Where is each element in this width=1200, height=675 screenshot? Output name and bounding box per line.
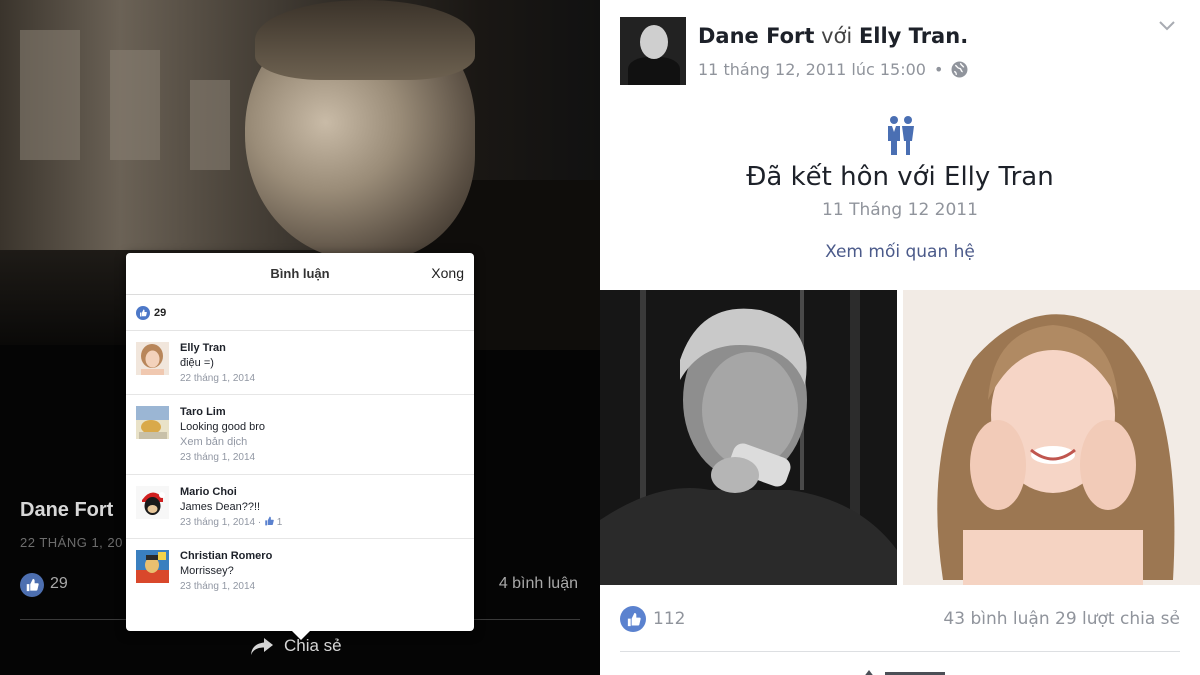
- author-name[interactable]: Dane Fort: [698, 24, 814, 48]
- author-photo[interactable]: [600, 290, 897, 585]
- left-photo-viewer: Dane Fort 22 THÁNG 1, 20 29 4 bình luận …: [0, 0, 600, 675]
- comment-item: Mario Choi James Dean??!! 23 tháng 1, 20…: [126, 475, 474, 539]
- divider: [620, 651, 1180, 652]
- comment-meta: 23 tháng 1, 2014 · 1: [180, 515, 282, 530]
- comment-author[interactable]: Christian Romero: [180, 549, 272, 564]
- likes-summary[interactable]: 29: [126, 295, 474, 331]
- comment-date: 23 tháng 1, 2014 ·: [180, 517, 264, 528]
- post-timestamp[interactable]: 11 tháng 12, 2011 lúc 15:00: [698, 60, 926, 79]
- avatar[interactable]: [136, 406, 169, 439]
- comment-text: Looking good bro: [180, 421, 266, 433]
- share-arrow-icon[interactable]: [855, 666, 975, 675]
- chevron-down-icon[interactable]: [1158, 20, 1176, 32]
- post-header-names: Dane Fort với Elly Tran.: [698, 24, 969, 48]
- like-count[interactable]: 29: [50, 575, 68, 593]
- comment-item: Taro Lim Looking good bro Xem bản dịch 2…: [126, 395, 474, 475]
- life-event-date: 11 Tháng 12 2011: [822, 200, 978, 220]
- with-word: với: [821, 24, 853, 48]
- partner-name[interactable]: Elly Tran: [859, 24, 960, 48]
- married-couple-icon: [888, 116, 914, 155]
- comment-text: Morrissey?: [180, 565, 234, 577]
- view-relationship-link[interactable]: Xem mối quan hệ: [600, 242, 1200, 262]
- post-meta: 11 tháng 12, 2011 lúc 15:00 •: [698, 60, 968, 79]
- comment-date: 23 tháng 1, 2014: [180, 452, 256, 463]
- comment-author[interactable]: Elly Tran: [180, 341, 255, 356]
- see-translation-link[interactable]: Xem bản dịch: [180, 435, 265, 450]
- comment-text: điệu =): [180, 357, 214, 369]
- comment-count[interactable]: 4 bình luận: [499, 575, 578, 593]
- like-icon: [620, 606, 646, 632]
- popover-header: Bình luận Xong: [126, 253, 474, 295]
- life-event-title: Đã kết hôn với Elly Tran: [746, 162, 1054, 192]
- like-icon: [20, 573, 44, 597]
- globe-icon[interactable]: [951, 61, 968, 78]
- post-author-name[interactable]: Dane Fort: [20, 499, 113, 522]
- comment-like-count[interactable]: 1: [277, 517, 283, 528]
- author-avatar[interactable]: [620, 17, 686, 85]
- like-count[interactable]: 112: [653, 609, 685, 629]
- done-button[interactable]: Xong: [431, 265, 464, 281]
- comment-item: Christian Romero Morrissey? 23 tháng 1, …: [126, 539, 474, 602]
- comments-shares-count[interactable]: 43 bình luận 29 lượt chia sẻ: [943, 609, 1180, 629]
- popover-title: Bình luận: [270, 266, 330, 281]
- share-arrow-icon: [251, 638, 273, 655]
- avatar[interactable]: [136, 486, 169, 519]
- relationship-post: Dane Fort với Elly Tran. 11 tháng 12, 20…: [600, 0, 1200, 675]
- avatar[interactable]: [136, 342, 169, 375]
- comment-text: James Dean??!!: [180, 501, 261, 513]
- partner-photo[interactable]: [903, 290, 1200, 585]
- comment-date: 23 tháng 1, 2014: [180, 581, 256, 592]
- like-icon: [136, 305, 150, 320]
- comment-date: 22 tháng 1, 2014: [180, 373, 256, 384]
- avatar[interactable]: [136, 550, 169, 583]
- comment-item: Elly Tran điệu =) 22 tháng 1, 2014: [126, 331, 474, 395]
- comments-popover: Bình luận Xong 29 Elly Tran điệu =) 22 t…: [126, 253, 474, 640]
- post-date: 22 THÁNG 1, 20: [20, 535, 123, 550]
- thumb-up-icon: [265, 516, 274, 526]
- comment-author[interactable]: Mario Choi: [180, 485, 282, 500]
- comment-author[interactable]: Taro Lim: [180, 405, 265, 420]
- popover-like-count: 29: [154, 306, 167, 319]
